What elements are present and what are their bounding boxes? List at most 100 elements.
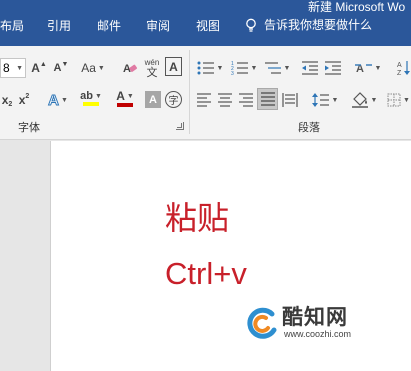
chevron-down-icon: ▼ [60,96,68,104]
change-case-button[interactable]: Aa ▼ [79,57,107,79]
tab-references[interactable]: 引用 [47,17,71,34]
align-center-button[interactable] [216,89,234,111]
enclose-glyph: 字 [168,96,179,107]
coozhi-watermark: 酷知网 www.coozhi.com [244,300,384,346]
font-color-button[interactable]: A ▼ [110,87,140,109]
numbered-list-icon: 1 2 3 [231,61,248,75]
window-title: 新建 Microsoft Wo [308,0,406,14]
group-separator [189,50,190,134]
chevron-down-icon: ▼ [94,92,102,100]
shrink-font-glyph: A [53,62,62,74]
text-effects-button[interactable]: A ▼ [44,89,72,111]
tab-view[interactable]: 视图 [196,17,220,34]
tab-review[interactable]: 审阅 [146,17,170,34]
text-effects-glyph: A [48,91,60,109]
superscript-glyph: x [18,93,26,107]
font-color-glyph-row: A ▼ [116,89,134,103]
char-shading-button[interactable]: A [145,91,161,108]
document-margin-area [0,141,50,371]
align-center-icon [218,93,232,107]
chevron-down-icon: ▼ [374,64,382,72]
change-case-glyph: Aa [81,61,96,75]
decrease-indent-button[interactable] [300,57,320,79]
coozhi-logo-icon [247,307,277,339]
tell-me-box[interactable]: 告诉我你想要做什么 [244,16,372,33]
chinese-layout-icon: A [354,63,372,75]
increase-indent-icon [325,61,341,75]
align-left-button[interactable] [195,89,213,111]
chevron-down-icon: ▼ [16,64,23,72]
highlight-color-bar [83,102,99,106]
shading-button[interactable]: ▼ [350,89,378,111]
watermark-title: 酷知网 [282,305,348,329]
borders-icon [387,93,401,107]
ribbon-tab-bar: 新建 Microsoft Wo 布局 引用 邮件 审阅 视图 告诉我你想要做什么 [0,0,411,46]
watermark-url: www.coozhi.com [284,329,352,339]
tab-mailings[interactable]: 邮件 [97,17,121,34]
ribbon-home: 8 ▼ A ▲ A ▼ Aa ▼ A wén 文 A x2 x2 A ▼ ab ▼ [0,46,411,140]
bullets-button[interactable]: ▼ [194,57,226,79]
chevron-down-icon: ▼ [403,96,410,104]
lightbulb-icon [246,18,256,32]
caret-up-icon: ▲ [39,60,47,68]
font-dialog-launcher-icon[interactable] [176,122,184,130]
chevron-down-icon: ▼ [370,96,378,104]
justify-button[interactable] [257,88,278,110]
chinese-layout-button[interactable]: A ▼ [353,57,383,79]
decrease-indent-icon [302,61,318,75]
chevron-down-icon: ▼ [283,64,291,72]
phonetic-guide-button[interactable]: wén 文 [143,53,161,83]
font-group-label: 字体 [18,122,40,134]
chevron-down-icon: ▼ [126,92,134,100]
bullet-list-icon [197,61,214,75]
align-left-icon [197,93,211,107]
caret-down-icon: ▼ [61,60,69,68]
paragraph-group-label: 段落 [298,122,320,134]
grow-font-button[interactable]: A ▲ [30,57,48,79]
highlight-button[interactable]: ab ▼ [76,87,106,109]
font-size-value: 8 [3,61,10,75]
char-border-button[interactable]: A [165,57,182,76]
increase-indent-button[interactable] [323,57,343,79]
numbering-button[interactable]: 1 2 3 ▼ [228,57,260,79]
paint-bucket-icon [351,92,368,108]
phonetic-bottom: 文 [146,67,158,79]
chevron-down-icon: ▼ [97,64,105,72]
line-spacing-button[interactable]: ▼ [311,89,339,111]
multilevel-list-icon [264,62,281,74]
font-color-glyph: A [116,89,125,103]
distributed-button[interactable] [281,89,299,111]
subscript-glyph: x [1,93,9,107]
svg-text:3: 3 [231,71,234,75]
char-shading-glyph: A [149,93,157,106]
grow-font-glyph: A [31,61,40,75]
clear-formatting-button[interactable]: A [121,57,139,79]
chevron-down-icon: ▼ [331,96,339,104]
multilevel-list-button[interactable]: ▼ [262,57,292,79]
subscript-button[interactable]: x2 [0,89,14,111]
svg-text:A: A [397,62,402,69]
line-spacing-icon [311,93,329,107]
align-right-button[interactable] [237,89,255,111]
superscript-button[interactable]: x2 [16,89,32,111]
font-color-bar [117,103,133,107]
chevron-down-icon: ▼ [216,64,224,72]
borders-button[interactable]: ▼ [386,89,411,111]
align-right-icon [239,93,253,107]
document-text-paste[interactable]: 粘贴 [165,193,229,239]
svg-text:Z: Z [397,70,402,76]
tell-me-placeholder: 告诉我你想要做什么 [264,18,373,32]
tab-layout[interactable]: 布局 [0,17,24,34]
document-text-shortcut[interactable]: Ctrl+v [165,256,247,292]
shrink-font-button[interactable]: A ▼ [52,57,70,79]
highlight-glyph: ab [80,90,93,102]
highlight-glyph-row: ab ▼ [80,90,102,102]
sort-icon: A Z [397,61,410,76]
sort-button[interactable]: A Z [396,57,411,79]
eraser-icon: A [123,63,138,75]
char-border-glyph: A [169,59,178,74]
chevron-down-icon: ▼ [250,64,258,72]
enclose-chars-button[interactable]: 字 [165,91,182,108]
subscript-marker: 2 [8,100,13,108]
font-size-combo[interactable]: 8 ▼ [0,58,26,78]
